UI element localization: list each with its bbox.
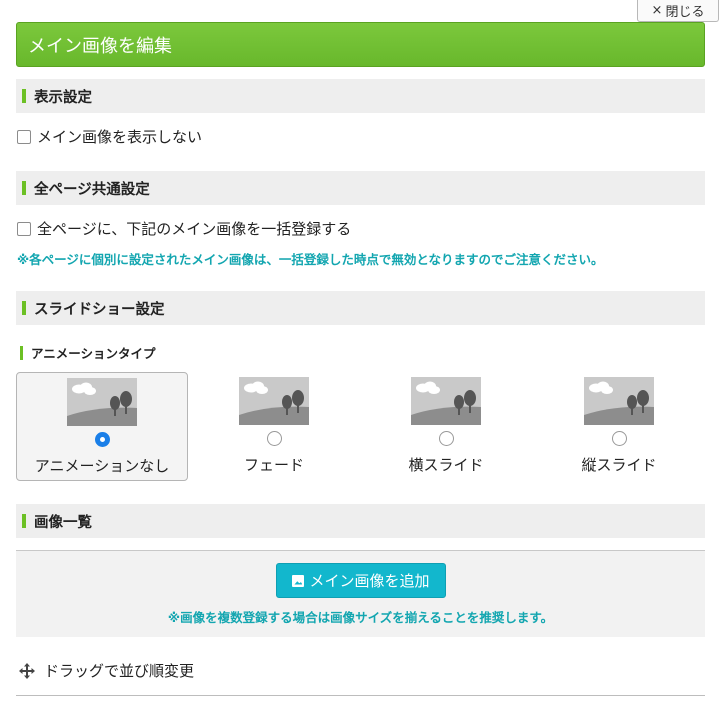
dialog-title: メイン画像を編集 xyxy=(16,22,705,67)
section-display-settings: 表示設定 xyxy=(16,79,705,113)
bulk-register-checkbox[interactable] xyxy=(17,221,31,236)
animation-type-title: アニメーションタイプ xyxy=(31,346,156,361)
animation-option-vertical-slide[interactable]: 縦スライド xyxy=(533,372,705,481)
image-size-note: ※画像を複数登録する場合は画像サイズを揃えることを推奨します。 xyxy=(167,610,554,625)
bulk-register-note: ※各ページに個別に設定されたメイン画像は、一括登録した時点で無効となりますのでご… xyxy=(17,252,604,267)
move-icon xyxy=(19,662,35,679)
animation-option-label: 横スライド xyxy=(408,456,484,474)
animation-fade-radio[interactable] xyxy=(266,431,282,446)
animation-option-label: 縦スライド xyxy=(581,456,657,474)
section-marker xyxy=(22,514,26,528)
drag-reorder-label: ドラッグで並び順変更 xyxy=(44,662,195,680)
animation-option-fade[interactable]: フェード xyxy=(188,372,360,481)
animation-none-radio[interactable] xyxy=(94,432,110,447)
landscape-thumbnail-icon xyxy=(239,377,309,425)
animation-vertical-radio[interactable] xyxy=(611,431,627,446)
animation-horizontal-radio[interactable] xyxy=(438,431,454,446)
section-title: スライドショー設定 xyxy=(34,301,165,318)
hide-main-image-option[interactable]: メイン画像を表示しない xyxy=(17,126,202,147)
dialog-title-text: メイン画像を編集 xyxy=(28,35,172,57)
close-icon: × xyxy=(651,3,663,18)
bulk-register-option[interactable]: 全ページに、下記のメイン画像を一括登録する xyxy=(17,218,351,239)
section-slideshow-settings: スライドショー設定 xyxy=(16,291,705,325)
section-title: 画像一覧 xyxy=(34,514,92,531)
close-label: 閉じる xyxy=(665,5,705,20)
section-marker xyxy=(22,181,26,195)
section-image-list: 画像一覧 xyxy=(16,504,705,538)
landscape-thumbnail-icon xyxy=(411,377,481,425)
section-marker xyxy=(22,89,26,103)
hide-main-image-checkbox[interactable] xyxy=(17,129,31,144)
add-main-image-button[interactable]: メイン画像を追加 xyxy=(276,563,446,598)
section-common-settings: 全ページ共通設定 xyxy=(16,171,705,205)
drag-reorder-hint: ドラッグで並び順変更 xyxy=(18,660,194,681)
hide-main-image-label[interactable]: メイン画像を表示しない xyxy=(37,126,202,147)
animation-type-heading: アニメーションタイプ xyxy=(20,343,156,362)
animation-option-horizontal-slide[interactable]: 横スライド xyxy=(360,372,532,481)
animation-option-label: フェード xyxy=(243,456,304,474)
image-upload-area: メイン画像を追加 ※画像を複数登録する場合は画像サイズを揃えることを推奨します。 xyxy=(16,550,705,637)
bulk-register-label[interactable]: 全ページに、下記のメイン画像を一括登録する xyxy=(37,218,351,239)
add-main-image-label: メイン画像を追加 xyxy=(309,572,430,590)
landscape-thumbnail-icon xyxy=(67,378,137,426)
animation-option-none[interactable]: アニメーションなし xyxy=(16,372,188,481)
landscape-thumbnail-icon xyxy=(584,377,654,425)
animation-option-label: アニメーションなし xyxy=(34,457,170,475)
subsection-marker xyxy=(20,345,23,360)
section-marker xyxy=(22,301,26,315)
image-icon xyxy=(292,574,305,587)
close-button[interactable]: × 閉じる xyxy=(637,0,719,22)
section-title: 全ページ共通設定 xyxy=(34,181,150,198)
divider xyxy=(16,695,705,696)
section-title: 表示設定 xyxy=(34,89,92,106)
